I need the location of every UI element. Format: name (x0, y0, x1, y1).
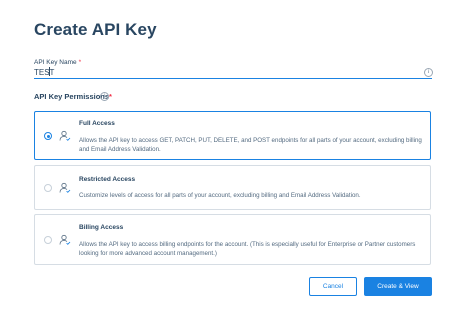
api-key-name-label: API Key Name * (34, 59, 81, 66)
radio-full-access[interactable] (44, 132, 52, 140)
create-and-view-button[interactable]: Create & View (364, 277, 432, 296)
permission-option-restricted-access[interactable]: Restricted Access Customize levels of ac… (34, 165, 431, 210)
info-icon[interactable]: i (100, 92, 109, 101)
api-key-name-label-text: API Key Name (34, 59, 77, 66)
permission-description: Customize levels of access for all parts… (79, 192, 361, 199)
text-caret (49, 67, 50, 76)
permission-description: Allows the API key to access billing end… (79, 241, 416, 257)
permissions-heading-text: API Key Permissions (34, 92, 110, 101)
radio-restricted-access[interactable] (44, 184, 52, 192)
radio-billing-access[interactable] (44, 236, 52, 244)
required-marker: * (109, 92, 112, 101)
user-icon (59, 182, 71, 193)
api-key-name-input[interactable] (34, 66, 432, 79)
required-marker: * (78, 59, 82, 66)
permission-title: Restricted Access (79, 176, 136, 183)
permission-description: Allows the API key to access GET, PATCH,… (79, 137, 422, 153)
permission-title: Full Access (79, 120, 115, 127)
cancel-button[interactable]: Cancel (309, 277, 357, 296)
permission-option-full-access[interactable]: Full Access Allows the API key to access… (34, 111, 431, 160)
permission-option-billing-access[interactable]: Billing Access Allows the API key to acc… (34, 214, 431, 265)
user-icon (59, 234, 71, 245)
info-icon[interactable]: i (424, 68, 433, 77)
user-icon (59, 130, 71, 141)
permission-title: Billing Access (79, 224, 124, 231)
page-title: Create API Key (34, 20, 157, 39)
